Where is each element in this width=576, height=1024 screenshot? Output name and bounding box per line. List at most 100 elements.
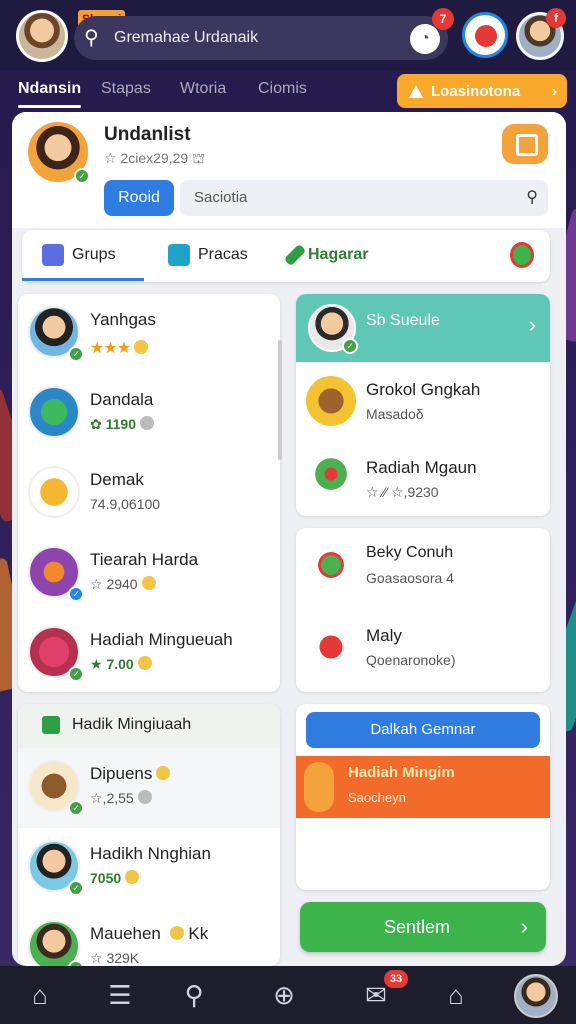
item-name: Beky Conuh xyxy=(366,544,454,561)
coin-icon xyxy=(169,926,184,940)
star-icon xyxy=(28,466,80,518)
list-item[interactable]: ✓ Tiearah Harda ☆ 2940 xyxy=(18,534,280,614)
scrollbar[interactable] xyxy=(278,340,282,460)
primary-action-button[interactable]: Dalkah Gemnar xyxy=(306,712,540,748)
chevron-right-icon: › xyxy=(552,82,557,100)
list-item[interactable]: Maly Qoenaronoke) xyxy=(296,612,550,690)
right-panel-title: Sb Sueule xyxy=(366,312,440,329)
send-button[interactable]: Sentlem › xyxy=(300,902,546,952)
list-icon[interactable]: ☰ xyxy=(104,980,136,1010)
list-item[interactable]: Dandala ✿ 1190 xyxy=(18,374,280,454)
coin-icon xyxy=(125,870,140,884)
verified-icon: ✓ xyxy=(342,338,358,354)
bottom-nav: ⌂ ☰ ⚲ ⊕ ✉ 33 ⌂ xyxy=(0,966,576,1024)
coin-icon xyxy=(137,790,152,804)
avatar xyxy=(28,920,80,966)
item-subtitle: 74.9,06100 xyxy=(90,496,161,512)
book-icon xyxy=(28,386,80,438)
profile-search-input[interactable]: Saciotia ⚲ xyxy=(180,180,548,216)
category-label: Pracas xyxy=(198,246,248,263)
mascot-icon[interactable] xyxy=(510,242,534,268)
list-item[interactable]: Beky Conuh Goasaosora 4 xyxy=(296,530,550,608)
tab-3[interactable]: Wtoria xyxy=(180,80,226,98)
search-text: Gremahae Urdanaik xyxy=(114,29,259,46)
list-item[interactable]: ✓ Hadiah Mingueuah ★ 7.00 xyxy=(18,614,280,694)
plant-icon xyxy=(306,540,356,590)
profile-subtitle: ☆ 2ciex29,29 ⛫ xyxy=(104,150,205,166)
list-item[interactable]: ✓ Mauehen Kk ☆ 329K xyxy=(18,908,280,966)
top-bar: Sbpcai ⚲ Gremahae Urdanaik ◔ 7 f xyxy=(0,0,576,70)
chevron-right-icon: › xyxy=(520,914,528,939)
left-list-panel: ✓ Yanhgas ★★★ Dandala ✿ 1190 Demak 74.9,… xyxy=(18,294,280,692)
mail-count: 33 xyxy=(384,970,408,988)
notification-icon[interactable]: ◔ xyxy=(410,24,440,54)
list-item[interactable]: Grokol Gngkah Masadoδ xyxy=(296,366,550,444)
category-hagarar[interactable]: Hagarar xyxy=(283,243,369,267)
user-avatar[interactable] xyxy=(16,10,68,62)
promo-subtitle: Saocheyn xyxy=(348,790,406,805)
section-title: Hadik Mingiuaah xyxy=(72,716,192,733)
right-bottom-panel: Dalkah Gemnar Hadiah Mingim Saocheyn xyxy=(296,704,550,890)
item-subtitle: ☆,2,55 xyxy=(90,790,152,807)
verified-icon: ✓ xyxy=(68,586,84,602)
home-icon[interactable]: ⌂ xyxy=(24,980,56,1010)
banana-icon xyxy=(304,762,334,812)
profile-avatar[interactable] xyxy=(514,974,558,1018)
rating-stars: ★★★ xyxy=(90,338,149,358)
tab-cta-button[interactable]: Loasinotona › xyxy=(397,74,567,108)
gift-icon[interactable] xyxy=(502,124,548,164)
category-bar: Grups Pracas Hagarar xyxy=(22,230,550,282)
warning-icon xyxy=(409,84,423,98)
list-item[interactable]: ✓ Dipuens ☆,2,55 xyxy=(18,748,280,828)
list-item[interactable]: ✓ Hadikh Nnghian 7050 xyxy=(18,828,280,908)
promo-title: Hadiah Mingim xyxy=(348,764,455,781)
item-subtitle: Masadoδ xyxy=(366,406,424,422)
tab-1[interactable]: Ndansin xyxy=(18,80,82,108)
tab-4[interactable]: Ciomis xyxy=(258,80,307,98)
profile-header: ✓ Undanlist ☆ 2ciex29,29 ⛫ Rooid Sacioti… xyxy=(12,112,566,228)
verified-icon: ✓ xyxy=(68,666,84,682)
search-icon: ⚲ xyxy=(84,27,99,49)
item-name: Radiah Mgaun xyxy=(366,458,477,477)
right-panel-header[interactable]: ✓ Sb Sueule › xyxy=(296,294,550,362)
mascot-icon[interactable] xyxy=(462,12,508,58)
category-groups[interactable]: Grups xyxy=(42,244,116,266)
tab-2[interactable]: Stapas xyxy=(101,80,151,98)
role-button[interactable]: Rooid xyxy=(104,180,174,216)
item-name: Dipuens xyxy=(90,764,171,784)
friend-badge: f xyxy=(546,8,566,28)
item-name: Hadiah Mingueuah xyxy=(90,630,233,649)
category-active-indicator xyxy=(22,278,144,281)
search-bar[interactable]: ⚲ Gremahae Urdanaik xyxy=(74,16,448,60)
item-subtitle: Goasaosora 4 xyxy=(366,570,454,586)
category-label: Grups xyxy=(72,246,116,263)
chevron-right-icon: › xyxy=(528,312,536,337)
list-item[interactable]: ✓ Yanhgas ★★★ xyxy=(18,294,280,374)
add-icon[interactable]: ⊕ xyxy=(268,980,300,1010)
main-card: ✓ Undanlist ☆ 2ciex29,29 ⛫ Rooid Sacioti… xyxy=(12,112,566,966)
picture-icon xyxy=(168,244,190,266)
verified-icon: ✓ xyxy=(68,880,84,896)
left-bottom-panel: Hadik Mingiuaah ✓ Dipuens ☆,2,55 ✓ Hadik… xyxy=(18,704,280,966)
heart-icon xyxy=(306,622,356,672)
item-subtitle: ☆ 329K xyxy=(90,950,140,966)
category-label: Hagarar xyxy=(308,246,369,263)
promo-banner[interactable]: Hadiah Mingim Saocheyn xyxy=(296,756,550,818)
coin-icon xyxy=(134,340,149,354)
item-name: Grokol Gngkah xyxy=(366,380,481,399)
list-item[interactable]: Radiah Mgaun ☆ ⁄⁄ ☆,9230 xyxy=(296,444,550,516)
coin-icon xyxy=(156,766,171,780)
section-header: Hadik Mingiuaah xyxy=(18,704,280,748)
list-item[interactable]: Demak 74.9,06100 xyxy=(18,454,280,534)
category-pracas[interactable]: Pracas xyxy=(168,244,248,266)
inbox-icon[interactable]: ⌂ xyxy=(440,980,472,1010)
item-name: Hadikh Nnghian xyxy=(90,844,211,863)
verified-icon: ✓ xyxy=(68,346,84,362)
item-name: Dandala xyxy=(90,390,154,409)
verified-icon: ✓ xyxy=(74,168,90,184)
coin-icon xyxy=(137,656,152,670)
verified-icon: ✓ xyxy=(68,800,84,816)
item-name: Maly xyxy=(366,626,402,645)
item-subtitle: ★ 7.00 xyxy=(90,656,152,673)
search-icon[interactable]: ⚲ xyxy=(178,980,210,1010)
